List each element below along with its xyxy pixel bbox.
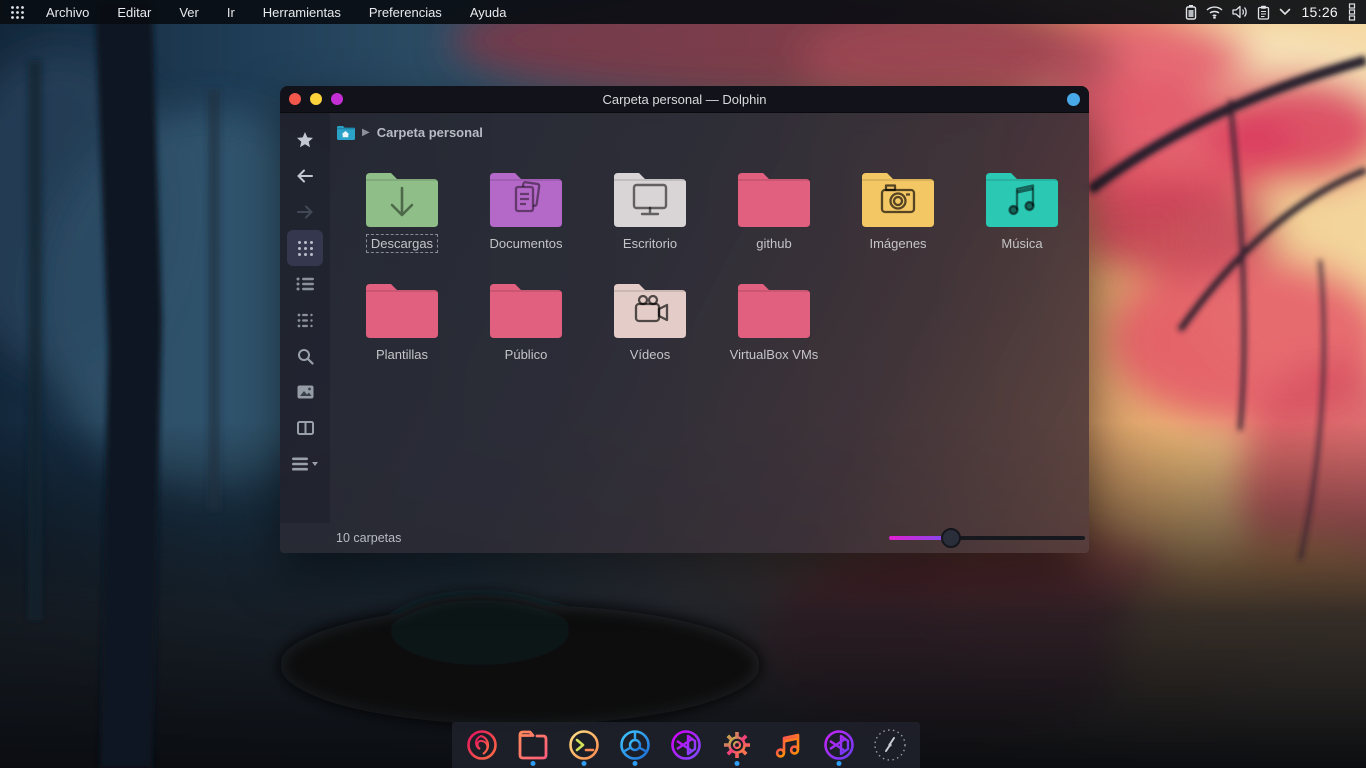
back-button[interactable] (287, 158, 323, 194)
breadcrumb: ▶ Carpeta personal (336, 117, 483, 147)
split-view-button[interactable] (287, 410, 323, 446)
folder-documentos[interactable]: Documentos (464, 170, 588, 253)
home-folder-icon[interactable] (336, 125, 355, 140)
menu-editar[interactable]: Editar (105, 2, 163, 23)
preview-image-icon[interactable] (287, 374, 323, 410)
search-icon[interactable] (287, 338, 323, 374)
dolphin-window: Carpeta personal — Dolphin (280, 86, 1089, 553)
minimize-button[interactable] (310, 93, 322, 105)
vscodium-icon (821, 727, 857, 763)
firefox-icon (464, 727, 500, 763)
running-indicator (633, 761, 638, 766)
folder-label: Música (996, 234, 1047, 253)
files-folder-icon (515, 727, 551, 763)
folder-label: Escritorio (618, 234, 682, 253)
folder-imagenes[interactable]: Imágenes (836, 170, 960, 253)
zoom-slider-knob[interactable] (941, 528, 961, 548)
dock-vscode[interactable] (664, 722, 708, 768)
hamburger-menu-button[interactable] (287, 446, 323, 482)
folder-descargas[interactable]: Descargas (340, 170, 464, 253)
folder-label: Documentos (485, 234, 568, 253)
dock-settings[interactable] (715, 722, 759, 768)
dock-chromium[interactable] (613, 722, 657, 768)
terminal-icon (566, 727, 602, 763)
menu-preferencias[interactable]: Preferencias (357, 2, 454, 23)
folder-label: Público (500, 345, 553, 364)
workspace-kebab-icon[interactable] (1348, 3, 1356, 21)
folder-label: Vídeos (625, 345, 675, 364)
breadcrumb-path[interactable]: Carpeta personal (377, 125, 483, 140)
window-title: Carpeta personal — Dolphin (280, 92, 1089, 107)
menu-herramientas[interactable]: Herramientas (251, 2, 353, 23)
running-indicator (735, 761, 740, 766)
folder-grid: Descargas Documentos (340, 170, 1084, 364)
running-indicator (531, 761, 536, 766)
clock-icon (871, 726, 909, 764)
statusbar: 10 carpetas (280, 523, 1089, 553)
zoom-slider-track[interactable] (889, 536, 1085, 540)
dock-terminal[interactable] (562, 722, 606, 768)
dock (452, 722, 920, 768)
maximize-button[interactable] (331, 93, 343, 105)
folder-virtualbox-vms[interactable]: VirtualBox VMs (712, 281, 836, 364)
window-indicator-dot[interactable] (1067, 93, 1080, 106)
vscode-icon (668, 727, 704, 763)
global-menubar: Archivo Editar Ver Ir Herramientas Prefe… (0, 0, 1366, 24)
dock-music[interactable] (766, 722, 810, 768)
folder-publico[interactable]: Público (464, 281, 588, 364)
battery-icon[interactable] (1185, 4, 1197, 20)
forward-button[interactable] (287, 194, 323, 230)
zoom-slider[interactable] (889, 528, 1085, 548)
apps-grid-icon[interactable] (0, 5, 34, 20)
clipboard-icon[interactable] (1257, 5, 1270, 20)
menu-ver[interactable]: Ver (167, 2, 211, 23)
folder-plantillas[interactable]: Plantillas (340, 281, 464, 364)
folder-label: github (751, 234, 796, 253)
menu-ir[interactable]: Ir (215, 2, 247, 23)
dock-files[interactable] (511, 722, 555, 768)
titlebar[interactable]: Carpeta personal — Dolphin (280, 86, 1089, 113)
menubar-items: Archivo Editar Ver Ir Herramientas Prefe… (34, 2, 518, 23)
compact-view-button[interactable] (287, 302, 323, 338)
details-view-button[interactable] (287, 266, 323, 302)
breadcrumb-chevron-icon: ▶ (362, 127, 370, 138)
close-button[interactable] (289, 93, 301, 105)
folder-escritorio[interactable]: Escritorio (588, 170, 712, 253)
folder-label: Imágenes (864, 234, 931, 253)
dock-vscodium[interactable] (817, 722, 861, 768)
dock-clock[interactable] (868, 722, 912, 768)
volume-icon[interactable] (1232, 5, 1248, 19)
folder-videos[interactable]: Vídeos (588, 281, 712, 364)
clock-time[interactable]: 15:26 (1301, 4, 1338, 20)
folder-musica[interactable]: Música (960, 170, 1084, 253)
music-notes-icon (770, 727, 806, 763)
chevron-down-icon[interactable] (1279, 8, 1291, 16)
running-indicator (582, 761, 587, 766)
desktop: Archivo Editar Ver Ir Herramientas Prefe… (0, 0, 1366, 768)
running-indicator (837, 761, 842, 766)
status-folder-count: 10 carpetas (336, 531, 401, 545)
wifi-icon[interactable] (1206, 5, 1223, 19)
menu-ayuda[interactable]: Ayuda (458, 2, 519, 23)
folder-label: Descargas (366, 234, 438, 253)
toolbar-sidebar (280, 113, 330, 523)
chromium-icon (617, 727, 653, 763)
settings-gear-icon (719, 727, 755, 763)
folder-github[interactable]: github (712, 170, 836, 253)
folder-label: Plantillas (371, 345, 433, 364)
system-tray (1185, 4, 1291, 20)
icons-view-button[interactable] (287, 230, 323, 266)
places-star-button[interactable] (287, 122, 323, 158)
menu-archivo[interactable]: Archivo (34, 2, 101, 23)
folder-label: VirtualBox VMs (725, 345, 824, 364)
dock-firefox[interactable] (460, 722, 504, 768)
